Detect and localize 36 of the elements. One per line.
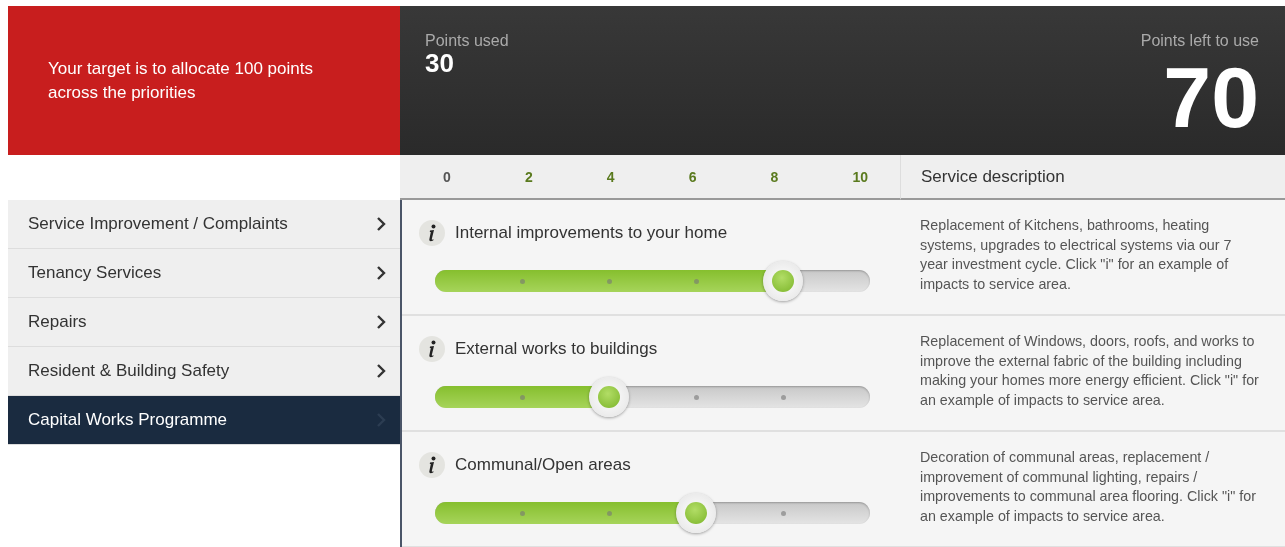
- points-left-label: Points left to use: [1140, 32, 1259, 50]
- slider-thumb[interactable]: [589, 377, 629, 417]
- chevron-icon: [376, 364, 386, 378]
- service-description: Replacement of Windows, doors, roofs, and works to improve the external fabric of the building including making your homes more energy efficient. Click "i" for an example of impacts to service area.: [920, 333, 1259, 408]
- points-left-value: 70: [1163, 52, 1259, 142]
- scale-label: 4: [606, 168, 615, 185]
- target-message: Your target is to allocate 100 points across the priorities: [48, 57, 314, 104]
- scale-label: 0: [443, 168, 451, 185]
- sidebar-item[interactable]: Repairs: [8, 298, 400, 347]
- service-description: Replacement of Kitchens, bathrooms, heating systems, upgrades to electrical systems via our 7 year investment cycle. Click "i" for an example of impacts to service area.: [920, 217, 1232, 292]
- sidebar-item[interactable]: Tenancy Services: [8, 249, 400, 298]
- info-icon[interactable]: [419, 220, 445, 246]
- chevron-icon: [376, 266, 386, 280]
- info-icon[interactable]: [419, 336, 445, 362]
- slider[interactable]: [435, 377, 870, 417]
- scale-label: 8: [770, 168, 779, 185]
- points-used-label: Points used: [425, 32, 509, 50]
- scale-label: 10: [852, 168, 868, 185]
- priority-title: External works to buildings: [455, 339, 658, 359]
- sidebar-item[interactable]: Service Improvement / Complaints: [8, 200, 400, 249]
- slider[interactable]: [435, 261, 870, 301]
- description-heading: Service description: [921, 166, 1065, 187]
- info-icon[interactable]: [419, 452, 445, 478]
- chevron-icon: [376, 315, 386, 329]
- service-description: Decoration of communal areas, replacement / improvement of communal lighting, repairs / improvements to communal area flooring. Click "i" for an example of impacts to service area.: [920, 449, 1256, 524]
- slider-thumb[interactable]: [676, 493, 716, 533]
- slider[interactable]: [435, 493, 870, 533]
- chevron-icon: [376, 217, 386, 231]
- scale-label: 2: [524, 168, 533, 185]
- priority-title: Internal improvements to your home: [455, 223, 728, 243]
- priority-title: Communal/Open areas: [455, 455, 631, 475]
- sidebar-item[interactable]: Capital Works Programme: [8, 396, 400, 445]
- scale-label: 6: [688, 168, 697, 185]
- sidebar-item[interactable]: Resident & Building Safety: [8, 347, 400, 396]
- points-used-value: 30: [425, 50, 454, 76]
- slider-thumb[interactable]: [763, 261, 803, 301]
